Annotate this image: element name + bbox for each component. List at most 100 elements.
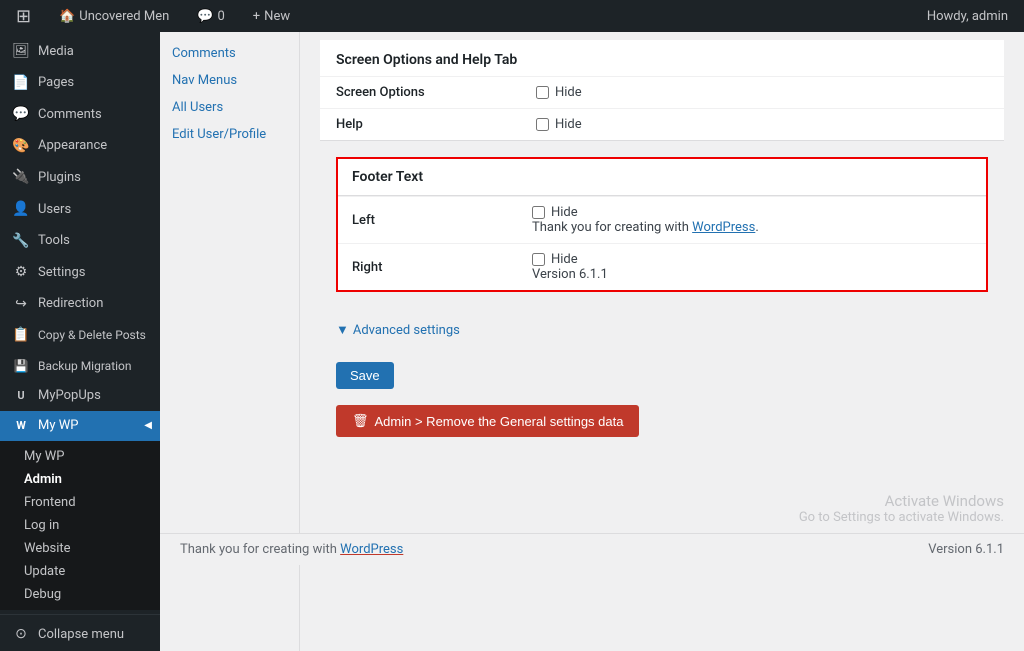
help-hide-checkbox[interactable] [536,118,549,131]
home-icon: 🏠 [59,9,75,24]
sidebar-label-comments: Comments [38,106,102,124]
site-name-label: Uncovered Men [79,9,169,24]
sidebar-item-redirection[interactable]: ↪ Redirection [0,289,160,321]
sub-menu-nav-menus[interactable]: Nav Menus [160,67,299,94]
redirection-icon: ↪ [12,295,30,315]
admin-sidebar: 🖼 Media 📄 Pages 💬 Comments 🎨 Appearance … [0,32,160,651]
screen-options-hide-label: Hide [536,85,988,100]
plus-icon: + [253,9,260,24]
sidebar-label-backup-migration: Backup Migration [38,358,132,375]
mywp-sub-debug[interactable]: Debug [0,583,160,606]
footer-left-label: Left [338,197,518,244]
footer-wp-link[interactable]: WordPress [340,542,403,557]
wp-logo-button[interactable]: ⊞ [8,0,39,32]
sidebar-item-tools[interactable]: 🔧 Tools [0,226,160,258]
comment-icon: 💬 [197,9,213,24]
copy-delete-icon: 📋 [12,326,30,346]
new-label: New [264,9,290,24]
footer-left-after: . [755,220,758,235]
footer-left-hide-checkbox[interactable] [532,206,545,219]
help-label: Help [320,109,520,141]
sidebar-item-backup-migration[interactable]: 💾 Backup Migration [0,352,160,381]
screen-options-hide-checkbox[interactable] [536,86,549,99]
comments-count: 0 [217,9,224,24]
sidebar-item-settings[interactable]: ⚙ Settings [0,257,160,289]
appearance-icon: 🎨 [12,137,30,157]
settings-icon: ⚙ [12,263,30,283]
sidebar-label-pages: Pages [38,74,74,92]
sidebar-item-appearance[interactable]: 🎨 Appearance [0,131,160,163]
table-row: Help Hide [320,109,1004,141]
sidebar-item-pages[interactable]: 📄 Pages [0,68,160,100]
footer-left-text: Thank you for creating with [180,542,340,557]
footer-right-value: Version 6.1.1 [532,267,608,282]
footer-text-title: Footer Text [338,159,986,196]
sub-menu-comments[interactable]: Comments [160,40,299,67]
footer-right-hide-checkbox[interactable] [532,253,545,266]
delete-data-button[interactable]: 🗑 Admin > Remove the General settings da… [336,405,639,437]
sidebar-separator [0,614,160,615]
mywp-sub-website[interactable]: Website [0,537,160,560]
howdy-button[interactable]: Howdy, admin [919,0,1016,32]
mywp-sub-frontend[interactable]: Frontend [0,491,160,514]
wp-icon: ⊞ [16,6,31,27]
footer-text-table: Left Hide Thank you for creating with Wo… [338,196,986,290]
table-row: Left Hide Thank you for creating with Wo… [338,197,986,244]
footer-left-before: Thank you for creating with [532,220,692,235]
mywp-expand-icon: ◀ [144,419,152,433]
sub-menu-all-users[interactable]: All Users [160,94,299,121]
collapse-label: Collapse menu [38,626,124,644]
sidebar-item-copy-delete[interactable]: 📋 Copy & Delete Posts [0,320,160,352]
plugins-icon: 🔌 [12,168,30,188]
footer-right-hide-text: Hide [551,252,578,267]
sidebar-item-media[interactable]: 🖼 Media [0,36,160,68]
footer-right: Version 6.1.1 [928,542,1004,557]
comments-icon: 💬 [12,105,30,125]
mywp-sub-update[interactable]: Update [0,560,160,583]
comments-button[interactable]: 💬 0 [189,0,233,32]
trash-icon: 🗑 [352,413,369,429]
wp-footer: Thank you for creating with WordPress Ve… [160,533,1024,565]
mypopups-icon: U [12,388,30,403]
footer-left-hide-text: Hide [551,205,578,220]
users-icon: 👤 [12,200,30,220]
sidebar-label-redirection: Redirection [38,295,103,313]
media-icon: 🖼 [12,42,30,62]
screen-options-table: Screen Options Hide Help Hide [320,76,1004,140]
new-content-button[interactable]: + New [245,0,298,32]
footer-right-hide-label: Hide [532,252,972,267]
tools-icon: 🔧 [12,232,30,252]
admin-bar: ⊞ 🏠 Uncovered Men 💬 0 + New Howdy, admin [0,0,1024,32]
sidebar-item-mywp[interactable]: W My WP ◀ [0,411,160,441]
footer-right-label: Right [338,244,518,291]
site-name-button[interactable]: 🏠 Uncovered Men [51,0,177,32]
mywp-sub-mywp[interactable]: My WP [0,445,160,468]
screen-options-panel: Screen Options and Help Tab Screen Optio… [320,40,1004,141]
howdy-text: Howdy, admin [927,9,1008,24]
chevron-down-icon: ▼ [336,322,349,338]
sidebar-label-plugins: Plugins [38,169,81,187]
sidebar-label-mypopups: MyPopUps [38,387,101,405]
mywp-sub-admin[interactable]: Admin [0,468,160,491]
sidebar-item-comments[interactable]: 💬 Comments [0,99,160,131]
sidebar-item-users[interactable]: 👤 Users [0,194,160,226]
help-hide-label: Hide [536,117,988,132]
screen-options-label: Screen Options [320,77,520,109]
screen-options-hide-text: Hide [555,85,582,100]
advanced-settings-link[interactable]: ▼ Advanced settings [336,322,460,338]
sidebar-item-plugins[interactable]: 🔌 Plugins [0,162,160,194]
table-row: Screen Options Hide [320,77,1004,109]
mywp-icon: W [12,418,30,433]
advanced-settings-label: Advanced settings [353,323,460,338]
save-button[interactable]: Save [336,362,394,389]
mywp-sub-login[interactable]: Log in [0,514,160,537]
footer-left-link[interactable]: WordPress [692,220,755,235]
sidebar-item-mypopups[interactable]: U MyPopUps [0,381,160,411]
mywp-submenu: My WP Admin Frontend Log in Website Upda… [0,441,160,610]
sidebar-label-users: Users [38,201,71,219]
footer-left-hide-label: Hide [532,205,972,220]
sidebar-label-settings: Settings [38,264,85,282]
sub-menu-edit-user[interactable]: Edit User/Profile [160,121,299,148]
collapse-menu-button[interactable]: ⊙ Collapse menu [0,619,160,651]
sidebar-label-appearance: Appearance [38,137,107,155]
